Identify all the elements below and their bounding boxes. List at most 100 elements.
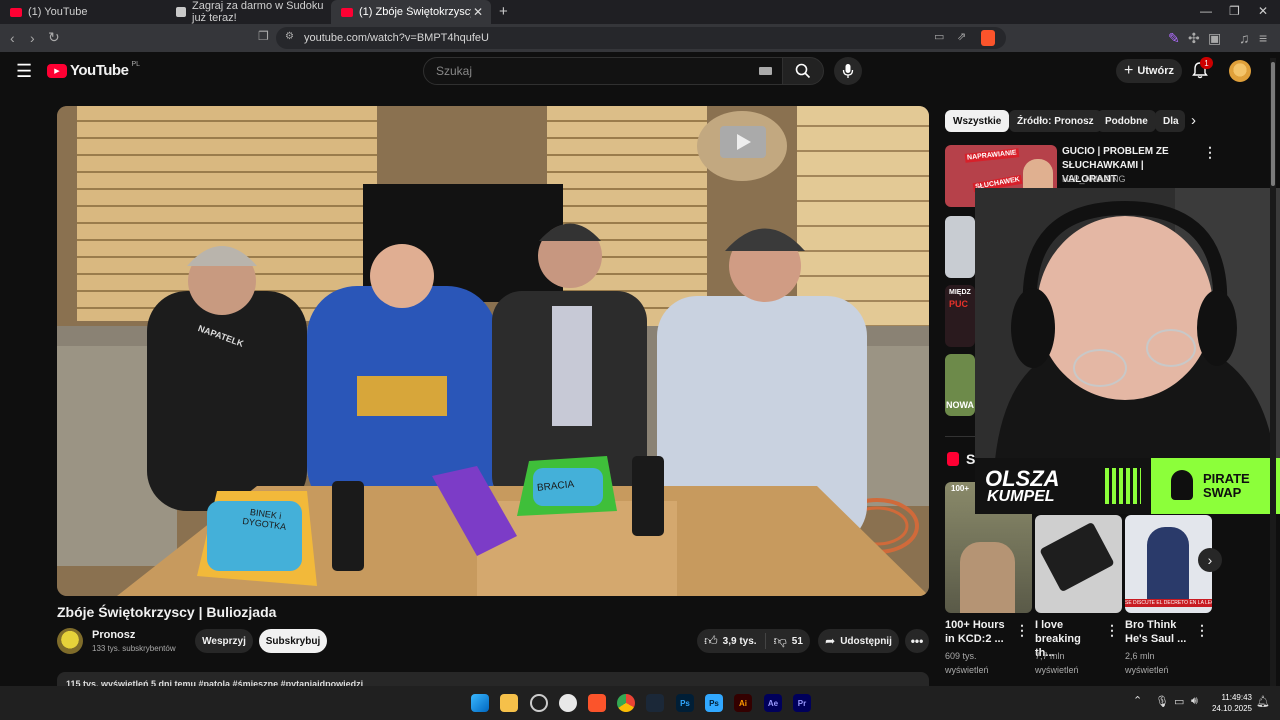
extensions-icon[interactable]: ✣ [1188,30,1200,47]
create-button[interactable]: + Utwórz [1116,59,1182,83]
short-title[interactable]: 100+ Hours in KCD:2 ... [945,618,1007,646]
new-tab-button[interactable]: + [499,3,508,20]
brave-browser-icon[interactable] [588,694,606,712]
more-vertical-icon[interactable]: ⋮ [1015,622,1029,639]
chip-similar[interactable]: Podobne [1097,110,1156,132]
related-thumbnail[interactable]: MIĘDZ PUC [945,285,975,347]
close-window-icon[interactable]: ✕ [1258,4,1268,18]
channel-avatar[interactable] [57,628,83,654]
photoshop-icon[interactable]: Ps [676,694,694,712]
shorts-next-button[interactable]: › [1198,548,1222,572]
clock[interactable]: 11:49:43 24.10.2025 [1210,692,1252,714]
video-player[interactable]: BINEK i DYGOTKA BRACIA NAPATELK [57,106,929,596]
tab-sudoku[interactable]: Zagraj za darmo w Sudoku już teraz! [166,0,331,24]
chip-all[interactable]: Wszystkie [945,110,1010,132]
clock-date: 24.10.2025 [1211,704,1252,713]
search-icon [795,63,811,79]
search-button[interactable] [782,57,824,85]
region-code: PL [131,61,140,68]
url-field[interactable]: ⚙ youtube.com/watch?v=BMPT4hqufeU [276,27,1006,49]
steam-icon[interactable] [646,694,664,712]
brave-shield-icon[interactable] [981,30,995,46]
more-actions-button[interactable]: ••• [905,629,929,653]
short-title[interactable]: Bro Think He's Saul ... [1125,618,1187,646]
dislike-button[interactable]: 👎︎ 51 [766,633,803,649]
share-icon[interactable]: ⇗ [957,30,966,43]
short-thumbnail[interactable] [1035,515,1122,613]
app-label: Ai [739,698,747,708]
premiere-pro-icon[interactable]: Pr [793,694,811,712]
voice-search-button[interactable] [834,57,862,85]
volume-icon[interactable]: 🔊︎ [1191,695,1198,708]
shorts-heading: S [966,451,976,467]
bookmark-icon[interactable]: ❐ [258,29,269,43]
pirate-logo-icon [1171,470,1193,500]
file-explorer-icon[interactable] [500,694,518,712]
cast-icon[interactable]: ▭ [934,30,944,43]
microphone-icon[interactable]: 🎙︎ [1155,695,1169,708]
browser-tab-strip: (1) YouTube Zagraj za darmo w Sudoku już… [0,0,1280,24]
leo-ai-icon[interactable]: ✎ [1168,30,1180,47]
more-vertical-icon[interactable]: ⋮ [1203,144,1217,161]
tab-video-active[interactable]: (1) Zbóje Świętokrzyscy | Buliozja ✕ [331,0,491,24]
after-effects-icon[interactable]: Ae [764,694,782,712]
more-vertical-icon[interactable]: ⋮ [1195,622,1209,639]
avatar[interactable] [1229,60,1251,82]
like-button[interactable]: 👍︎ 3,9 tys. [704,633,766,649]
chevron-right-icon[interactable]: › [1191,112,1196,129]
thumb-caption: SE DISCUTE EL DECRETO EN LA LEGALIDAD DE [1125,599,1212,607]
share-button[interactable]: ➦ Udostępnij [818,629,899,653]
related-thumbnail[interactable]: NOWA [945,354,975,416]
support-button[interactable]: Wesprzyj [195,629,253,653]
keyboard-icon[interactable] [759,67,772,75]
reload-icon[interactable]: ↻ [48,29,60,46]
obs-icon[interactable] [559,694,577,712]
hamburger-menu-icon[interactable]: ☰ [16,61,32,82]
like-dislike-group: 👍︎ 3,9 tys. 👎︎ 51 [697,629,810,653]
tab-youtube-home[interactable]: (1) YouTube [0,0,165,24]
youtube-icon [341,7,353,17]
start-icon[interactable] [471,694,489,712]
network-icon[interactable]: ▭ [1174,695,1184,708]
scrollbar-thumb[interactable] [1271,62,1275,186]
divider [945,436,975,437]
menu-icon[interactable]: ≡ [1259,30,1267,46]
related-thumbnail[interactable] [945,216,975,278]
tab-label: (1) Zbóje Świętokrzyscy | Buliozja [359,6,471,18]
streamer-logo-banner: OLSZA KUMPEL [975,458,1150,514]
forward-icon[interactable]: › [30,30,35,46]
photoshop-express-icon[interactable]: Ps [705,694,723,712]
youtube-play-icon: ▶ [47,63,67,78]
chip-for-you[interactable]: Dla [1155,110,1185,132]
subscribe-button[interactable]: Subskrybuj [259,629,327,653]
more-vertical-icon[interactable]: ⋮ [1105,622,1119,639]
youtube-header: ☰ ▶ YouTube PL Szukaj + Utwórz 1 [0,52,1268,92]
close-icon[interactable]: ✕ [473,5,483,19]
minimize-icon[interactable]: — [1200,4,1212,18]
tray-overflow-icon[interactable]: ⌃ [1133,694,1142,707]
video-frame [57,106,929,596]
site-info-icon[interactable]: ⚙ [285,31,294,42]
chevron-right-icon: › [1207,552,1213,568]
chrome-icon[interactable] [617,694,635,712]
create-label: Utwórz [1137,65,1174,77]
illustrator-icon[interactable]: Ai [734,694,752,712]
microphone-icon [842,64,854,78]
back-icon[interactable]: ‹ [10,30,15,46]
notification-center-icon[interactable]: 🔔︎ [1256,695,1270,708]
video-title: Zbóje Świętokrzyscy | Buliozjada [57,604,277,620]
thumb-caption: NAPRAWIANIE [964,148,1020,163]
youtube-logo[interactable]: ▶ YouTube PL [47,61,140,79]
media-icon[interactable]: ♫ [1239,30,1250,46]
wallet-icon[interactable]: ▣ [1208,30,1221,47]
channel-name[interactable]: Pronosz [92,629,135,641]
chip-source[interactable]: Źródło: Pronosz [1009,110,1102,132]
thumbs-up-icon: 👍︎ [704,633,718,648]
short-views: 609 tys. wyświetleń [945,651,989,675]
github-icon[interactable] [530,694,548,712]
notifications-button[interactable]: 1 [1192,57,1213,84]
search-input[interactable]: Szukaj [423,57,783,85]
qr-code-icon [1105,468,1141,504]
related-channel[interactable]: H2P_AMAZING [1062,172,1126,186]
maximize-icon[interactable]: ❐ [1229,4,1240,18]
